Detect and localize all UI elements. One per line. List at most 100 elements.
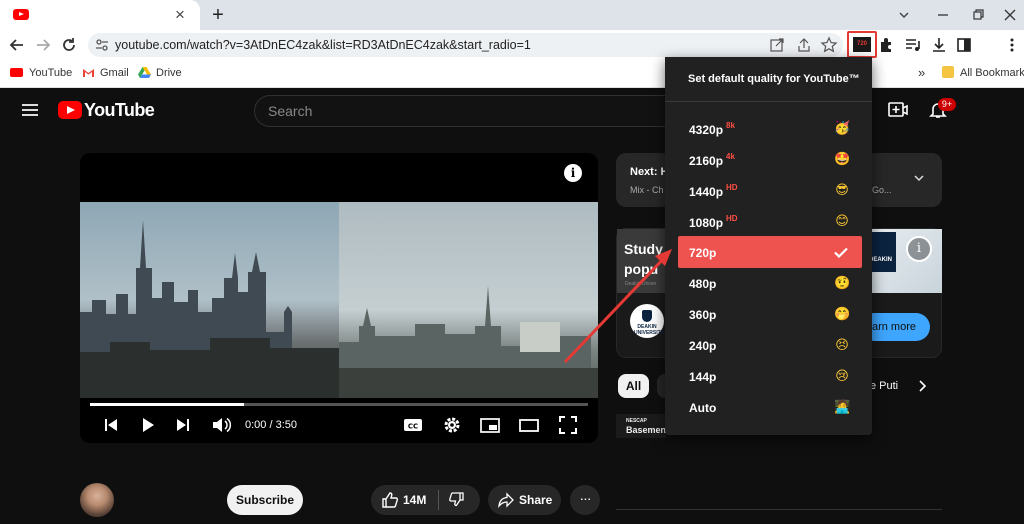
downloads-icon[interactable] <box>930 36 948 54</box>
more-bookmarks-chevron[interactable]: » <box>918 63 925 83</box>
chip-all[interactable]: All <box>618 374 649 398</box>
up-next-subtitle-right: Go... <box>872 185 892 195</box>
subscribe-button[interactable]: Subscribe <box>227 485 303 515</box>
ad-info-icon[interactable]: i <box>906 236 932 262</box>
quality-label-text: 480p <box>689 277 717 291</box>
quality-badge: 8k <box>726 121 735 130</box>
quality-extension-button[interactable]: 720 <box>847 31 877 58</box>
new-tab-button[interactable]: + <box>207 4 229 26</box>
video-info-icon[interactable]: i <box>564 164 582 182</box>
quality-option-label: 720p <box>689 245 716 261</box>
share-label: Share <box>519 493 553 507</box>
deakin-logo-text: DEAKIN <box>869 257 893 263</box>
gmail-icon <box>82 68 95 78</box>
youtube-logo-icon[interactable] <box>58 101 82 119</box>
play-icon[interactable] <box>139 414 157 436</box>
quality-option-label: 240p <box>689 338 716 354</box>
persevering-face-icon: 😣 <box>835 338 849 353</box>
recommended-thumb-text-2: Basemen <box>626 425 667 435</box>
ad-headline-1: Study <box>624 241 663 257</box>
youtube-favicon-icon <box>13 9 29 20</box>
all-bookmarks-label: All Bookmarks <box>960 67 1024 79</box>
subtitles-icon[interactable]: CC <box>402 414 424 436</box>
chips-next-chevron-icon[interactable] <box>916 378 928 394</box>
extensions-puzzle-icon[interactable] <box>878 36 896 54</box>
drive-icon <box>138 67 151 78</box>
site-info-icon[interactable] <box>93 36 111 54</box>
search-input[interactable]: Search <box>268 102 312 120</box>
quality-label-text: 240p <box>689 339 717 353</box>
reload-button[interactable] <box>58 34 80 56</box>
more-actions-button[interactable]: ··· <box>570 485 600 515</box>
quality-popup-divider <box>665 101 872 102</box>
bookmark-drive[interactable]: Drive <box>138 63 182 83</box>
like-count[interactable]: 14M <box>403 493 426 507</box>
chip-putin[interactable]: e Puti <box>870 374 908 398</box>
star-struck-icon: 🤩 <box>834 152 851 167</box>
quality-label-text: 360p <box>689 308 717 322</box>
quality-badge: HD <box>726 183 738 192</box>
quality-option-label: 360p <box>689 307 716 323</box>
folder-icon <box>942 66 954 78</box>
quality-option-label: 144p <box>689 369 716 385</box>
quality-label-text: 1440p <box>689 185 724 199</box>
guide-menu-icon[interactable] <box>22 104 38 116</box>
miniplayer-icon[interactable] <box>479 414 501 436</box>
quality-label-text: 144p <box>689 370 717 384</box>
minimize-button[interactable] <box>932 4 954 26</box>
quality-option-label: 480p <box>689 276 716 292</box>
youtube-logo-text[interactable]: YouTube <box>84 99 155 121</box>
ad-headline-2: popu <box>624 261 659 277</box>
quality-popup-title: Set default quality for YouTube™ <box>688 73 860 85</box>
sunglasses-face-icon: 😎 <box>835 183 849 198</box>
youtube-bookmark-icon <box>10 68 23 77</box>
open-in-app-icon[interactable] <box>768 36 786 54</box>
fullscreen-icon[interactable] <box>557 414 579 436</box>
like-thumb-icon[interactable] <box>380 490 400 510</box>
search-box[interactable] <box>254 95 704 127</box>
previous-video-icon[interactable] <box>102 414 120 436</box>
quality-option-label: 2160p 4k <box>689 152 735 169</box>
back-button[interactable] <box>6 34 28 56</box>
sidebar-divider <box>616 509 942 510</box>
channel-avatar[interactable] <box>80 483 114 517</box>
deakin-avatar-text: DEAKIN UNIVERSITY <box>634 324 665 336</box>
bookmark-youtube[interactable]: YouTube <box>10 63 72 83</box>
up-next-subtitle: Mix - Ch <box>630 185 664 195</box>
check-icon <box>834 247 848 259</box>
like-divider <box>438 490 439 510</box>
bookmark-gmail[interactable]: Gmail <box>82 63 129 83</box>
tab-close-button[interactable]: × <box>170 5 190 25</box>
quality-label-text: 720p <box>689 246 717 260</box>
quality-label-text: 4320p <box>689 123 724 137</box>
media-queue-icon[interactable] <box>904 36 922 54</box>
up-next-title: Next: H <box>630 166 669 178</box>
all-bookmarks-button[interactable]: All Bookmarks <box>942 63 1024 83</box>
restore-button[interactable] <box>967 4 989 26</box>
bookmark-label: YouTube <box>29 67 73 79</box>
bookmark-star-icon[interactable] <box>820 36 838 54</box>
quality-label-text: 2160p <box>689 154 724 168</box>
extension-badge-text: 720 <box>853 37 871 52</box>
ad-advertiser: Deakin Univer <box>625 281 657 287</box>
shushing-face-icon: 🤭 <box>834 307 851 322</box>
next-video-icon[interactable] <box>174 414 192 436</box>
share-page-icon[interactable] <box>795 36 813 54</box>
create-video-icon[interactable] <box>888 101 908 119</box>
bookmark-label: Drive <box>156 67 182 79</box>
side-panel-icon[interactable] <box>955 36 973 54</box>
settings-gear-icon[interactable] <box>441 414 463 436</box>
browser-menu-icon[interactable] <box>1003 36 1021 54</box>
dislike-thumb-icon[interactable] <box>448 491 466 509</box>
tab-search-chevron-icon[interactable] <box>893 4 915 26</box>
volume-icon[interactable] <box>211 414 231 436</box>
expand-chevron-icon[interactable] <box>912 171 926 185</box>
forward-button[interactable] <box>32 34 54 56</box>
quality-option-label: 1080p HD <box>689 214 738 231</box>
quality-label-text: Auto <box>689 401 717 415</box>
close-window-button[interactable] <box>999 4 1021 26</box>
theater-mode-icon[interactable] <box>518 414 540 436</box>
crying-face-icon: 😢 <box>835 369 849 384</box>
url-text[interactable]: youtube.com/watch?v=3AtDnEC4zak&list=RD3… <box>115 37 531 53</box>
party-face-icon: 🥳 <box>834 121 851 136</box>
